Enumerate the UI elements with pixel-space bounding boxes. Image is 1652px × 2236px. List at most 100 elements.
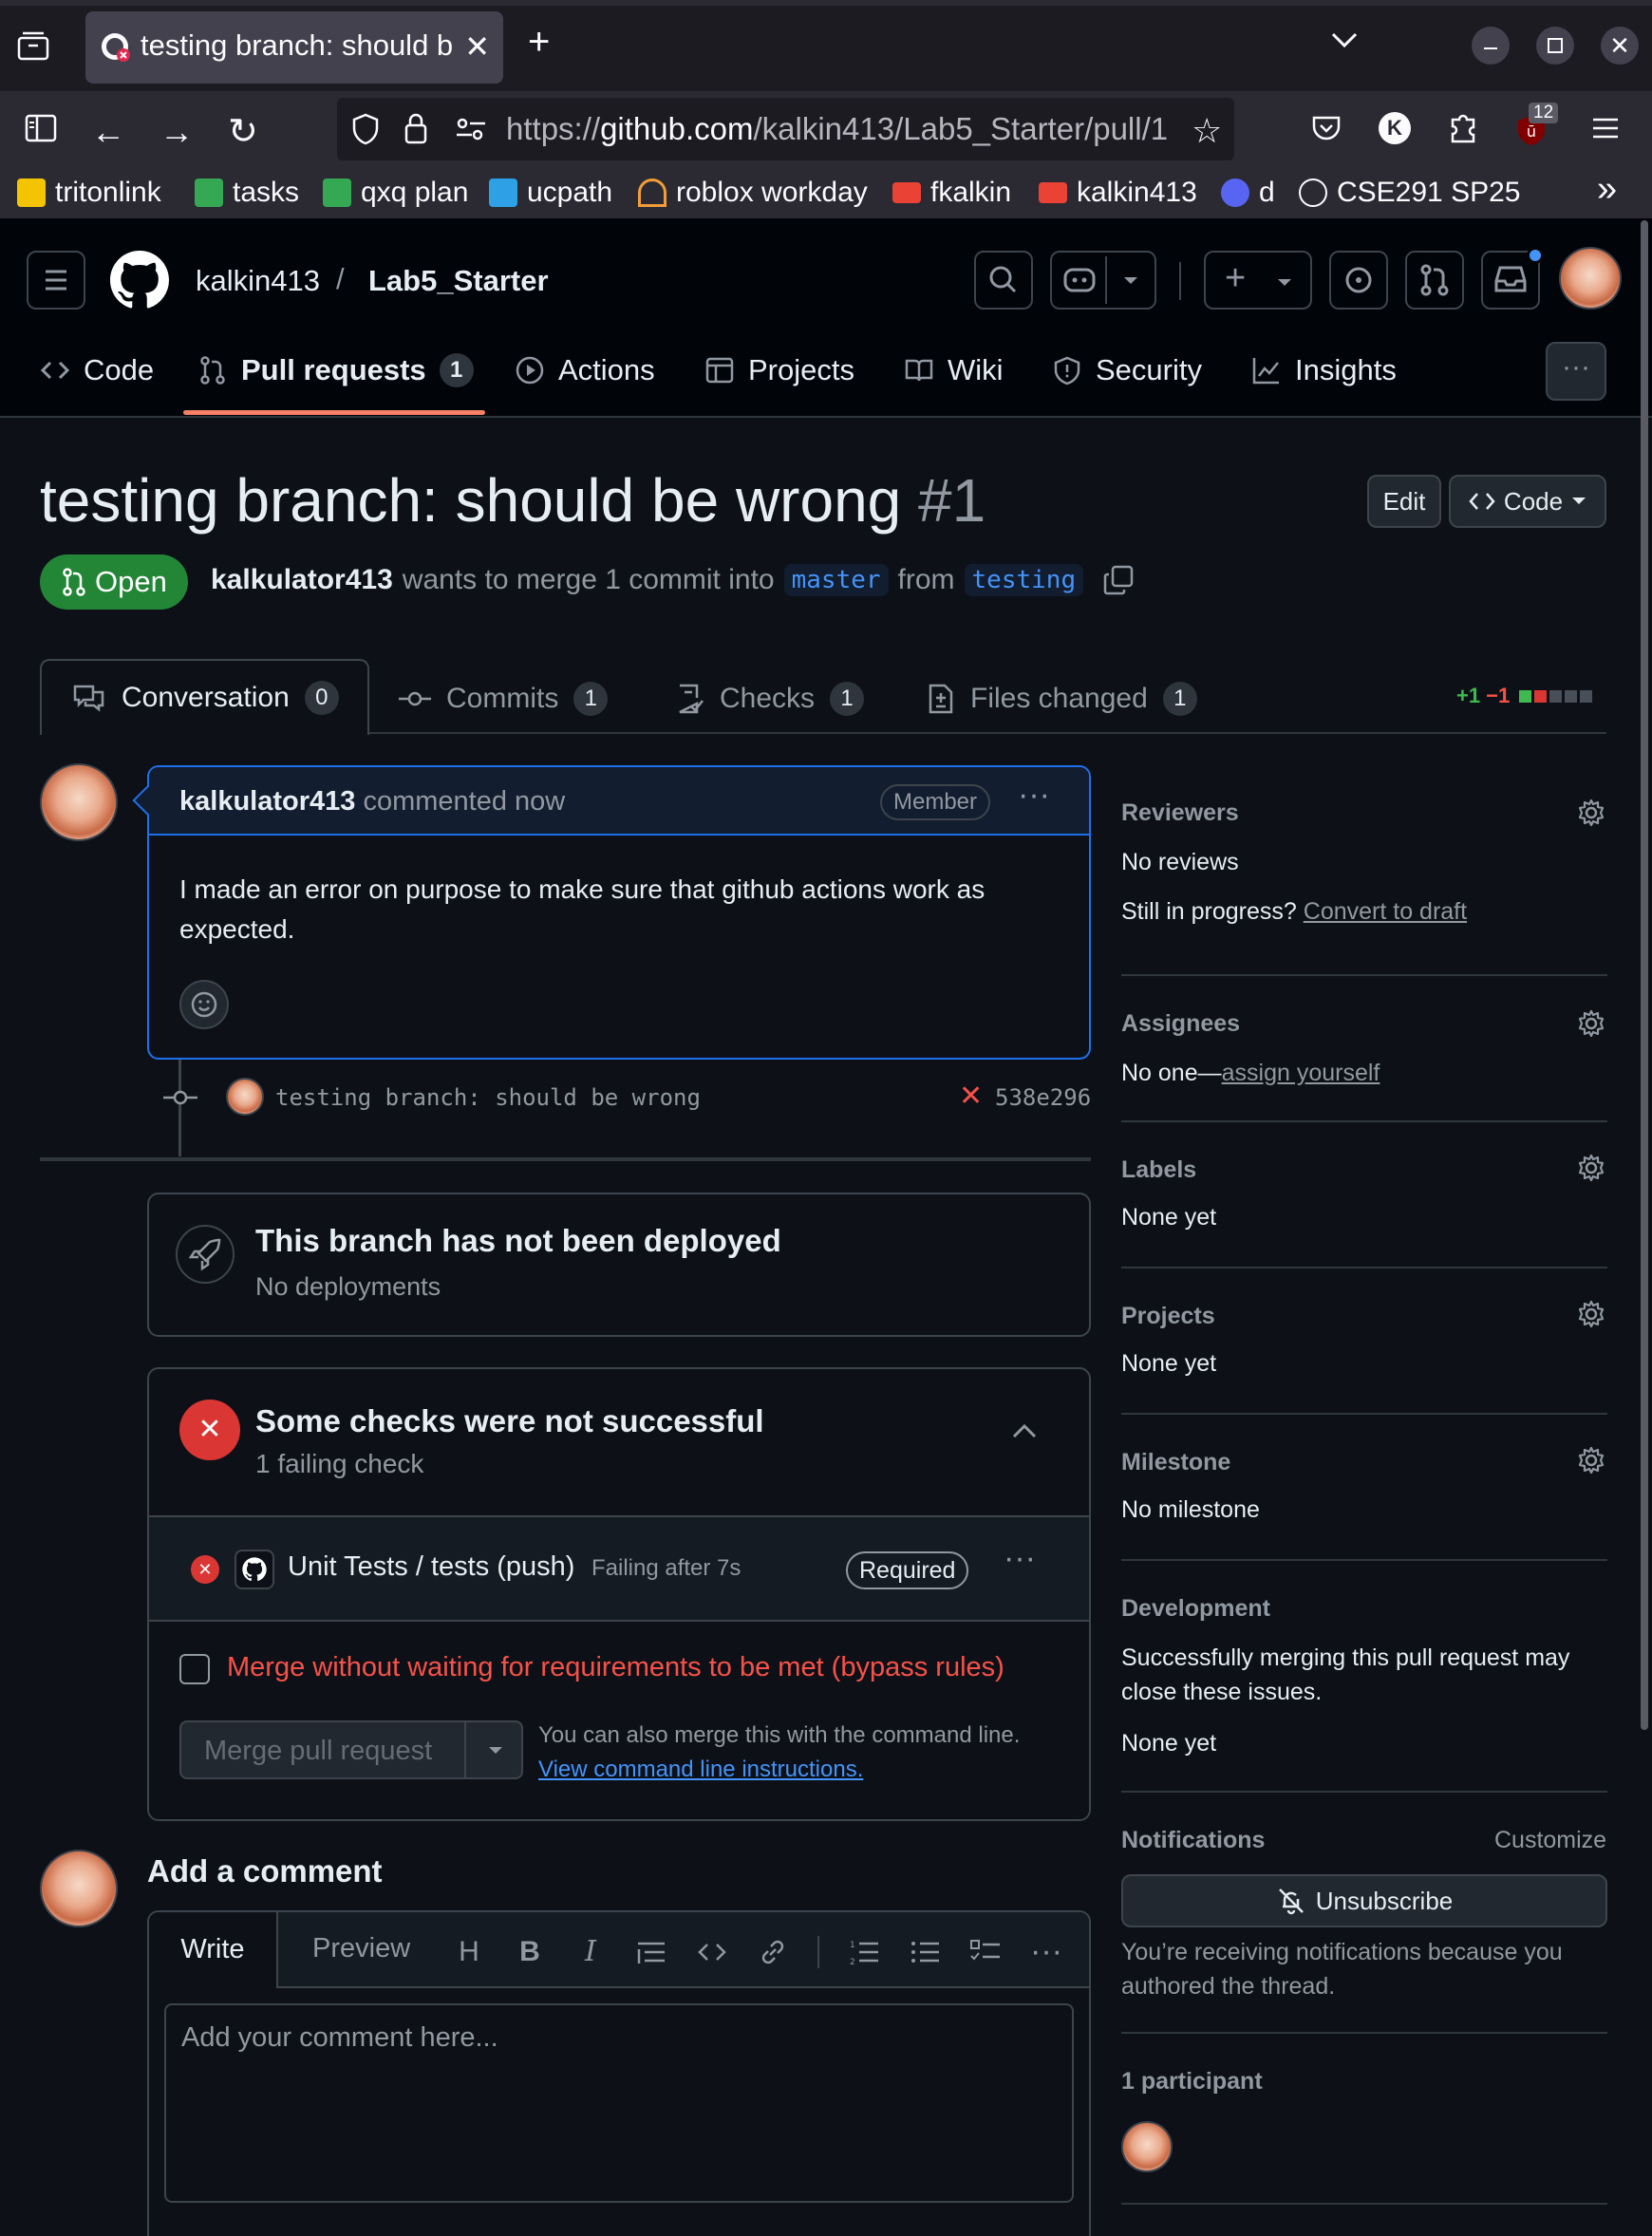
labels-heading[interactable]: Labels — [1121, 1156, 1196, 1184]
head-branch-tag[interactable]: testing — [964, 564, 1084, 596]
notifications-customize-link[interactable]: Customize — [1494, 1827, 1606, 1854]
copy-icon[interactable] — [1102, 564, 1135, 596]
create-new-button[interactable]: + — [1204, 251, 1312, 310]
address-bar[interactable]: https://github.com/kalkin413/Lab5_Starte… — [337, 98, 1234, 160]
convert-to-draft-link[interactable]: Convert to draft — [1304, 898, 1467, 925]
link-format-icon[interactable] — [757, 1938, 789, 1966]
commit-author-avatar[interactable] — [226, 1078, 264, 1116]
more-format-options-icon[interactable]: ··· — [1030, 1933, 1062, 1970]
comment-textarea[interactable]: Add your comment here... — [164, 2003, 1074, 2203]
repo-tab-projects[interactable]: Projects — [704, 353, 854, 387]
tab-files-changed[interactable]: Files changed 1 — [927, 682, 1197, 716]
search-button[interactable] — [974, 251, 1033, 310]
bookmark-star-icon[interactable]: ☆ — [1192, 111, 1222, 151]
reviewers-gear-icon[interactable] — [1576, 798, 1606, 828]
back-arrow-icon[interactable]: ← — [91, 112, 125, 152]
bookmark-ucpath[interactable]: ucpath — [489, 177, 612, 209]
cli-instructions-link[interactable]: View command line instructions. — [538, 1757, 863, 1783]
github-logo-icon[interactable] — [110, 251, 169, 310]
lock-icon[interactable] — [404, 111, 428, 145]
pr-author-link[interactable]: kalkulator413 — [211, 564, 393, 596]
reviewers-heading[interactable]: Reviewers — [1121, 799, 1239, 827]
unordered-list-icon[interactable] — [909, 1938, 941, 1966]
tab-list-chevron-icon[interactable] — [1329, 28, 1360, 51]
bookmark-fkalkin[interactable]: fkalkin — [892, 177, 1011, 209]
url-text[interactable]: https://github.com/kalkin413/Lab5_Starte… — [506, 111, 1168, 147]
task-list-icon[interactable] — [969, 1938, 1002, 1966]
assignees-gear-icon[interactable] — [1576, 1008, 1606, 1039]
bold-format-icon[interactable]: B — [514, 1936, 546, 1968]
minimize-window-icon[interactable] — [1472, 27, 1510, 65]
bookmark-d[interactable]: d — [1221, 177, 1275, 209]
collapse-chevron-up-icon[interactable] — [1011, 1422, 1038, 1439]
permissions-icon[interactable] — [455, 117, 487, 141]
app-menu-hamburger-icon[interactable] — [1591, 116, 1620, 141]
bookmark-tritonlink[interactable]: tritonlink — [17, 177, 161, 209]
pull-requests-button[interactable] — [1405, 251, 1464, 310]
bookmark-qxq-plan[interactable]: qxq plan — [323, 177, 468, 209]
comment-author-avatar[interactable] — [40, 763, 118, 841]
bookmark-roblox-workday[interactable]: roblox workday — [638, 177, 868, 209]
tab-conversation[interactable]: Conversation 0 — [40, 659, 369, 735]
repo-tab-wiki[interactable]: Wiki — [904, 353, 1004, 387]
unsubscribe-button[interactable]: Unsubscribe — [1121, 1874, 1607, 1927]
tab-checks[interactable]: Checks 1 — [676, 682, 865, 716]
forward-arrow-icon[interactable]: → — [160, 112, 194, 152]
close-window-icon[interactable]: ✕ — [1601, 27, 1639, 65]
add-reaction-button[interactable] — [179, 980, 229, 1029]
repo-tab-actions[interactable]: Actions — [515, 353, 655, 387]
reload-icon[interactable]: ↻ — [228, 110, 258, 153]
repo-tab-pull-requests[interactable]: Pull requests 1 — [197, 353, 474, 387]
milestone-gear-icon[interactable] — [1576, 1445, 1606, 1475]
repo-tab-insights[interactable]: Insights — [1251, 353, 1397, 387]
preview-tab[interactable]: Preview — [312, 1933, 410, 1964]
sidebar-toggle-icon[interactable] — [25, 114, 57, 142]
bypass-rules-label[interactable]: Merge without waiting for requirements t… — [227, 1652, 1004, 1683]
repo-tab-security[interactable]: Security — [1052, 353, 1202, 387]
profile-k-icon[interactable]: K — [1379, 112, 1411, 144]
tab-overview-icon[interactable] — [17, 30, 49, 61]
code-dropdown-button[interactable]: Code — [1449, 475, 1606, 528]
quote-format-icon[interactable] — [635, 1938, 667, 1966]
assign-yourself-link[interactable]: assign yourself — [1222, 1060, 1380, 1086]
current-user-avatar[interactable] — [40, 1850, 118, 1927]
projects-gear-icon[interactable] — [1576, 1299, 1606, 1329]
repo-owner-link[interactable]: kalkin413 — [196, 264, 320, 298]
projects-heading[interactable]: Projects — [1121, 1303, 1215, 1330]
page-scrollbar[interactable] — [1641, 220, 1648, 1730]
commit-sha-link[interactable]: 538e296 — [995, 1084, 1091, 1111]
heading-format-icon[interactable]: H — [453, 1936, 485, 1968]
issues-button[interactable] — [1329, 251, 1388, 310]
user-avatar[interactable] — [1559, 247, 1622, 310]
participant-avatar[interactable] — [1121, 2121, 1173, 2172]
bookmark-tasks[interactable]: tasks — [195, 177, 299, 209]
code-format-icon[interactable] — [696, 1938, 728, 1966]
tab-close-icon[interactable]: ✕ — [464, 28, 490, 65]
commit-message-link[interactable]: testing branch: should be wrong — [275, 1084, 701, 1111]
ordered-list-icon[interactable]: 12 — [848, 1938, 880, 1966]
browser-tab-active[interactable]: testing branch: should be ✕ — [85, 11, 503, 84]
milestone-heading[interactable]: Milestone — [1121, 1449, 1230, 1476]
merge-pull-request-button[interactable]: Merge pull request — [179, 1720, 523, 1779]
new-tab-icon[interactable]: + — [528, 21, 550, 64]
repo-nav-more-button[interactable]: ··· — [1546, 342, 1606, 401]
repo-tab-code[interactable]: Code — [40, 353, 154, 387]
base-branch-tag[interactable]: master — [783, 564, 889, 596]
bookmarks-overflow-icon[interactable]: » — [1597, 169, 1617, 210]
tab-commits[interactable]: Commits 1 — [399, 682, 609, 716]
maximize-window-icon[interactable] — [1536, 27, 1574, 65]
check-row[interactable]: ✕ Unit Tests / tests (push) Failing afte… — [149, 1517, 1089, 1620]
development-heading[interactable]: Development — [1121, 1595, 1270, 1623]
edit-title-button[interactable]: Edit — [1367, 475, 1441, 528]
repo-name-link[interactable]: Lab5_Starter — [368, 264, 549, 298]
write-tab[interactable]: Write — [149, 1912, 278, 1988]
bookmark-cse291[interactable]: CSE291 SP25 — [1299, 177, 1520, 209]
tracking-protection-shield-icon[interactable] — [351, 113, 380, 145]
extensions-puzzle-icon[interactable] — [1447, 110, 1479, 144]
comment-timestamp[interactable]: commented now — [363, 786, 565, 817]
comment-menu-kebab-icon[interactable]: ··· — [1018, 777, 1050, 814]
comment-author-link[interactable]: kalkulator413 — [179, 786, 355, 817]
assignees-heading[interactable]: Assignees — [1121, 1010, 1240, 1038]
check-menu-kebab-icon[interactable]: ··· — [1004, 1540, 1036, 1577]
check-name-link[interactable]: Unit Tests / tests (push) — [288, 1551, 574, 1583]
